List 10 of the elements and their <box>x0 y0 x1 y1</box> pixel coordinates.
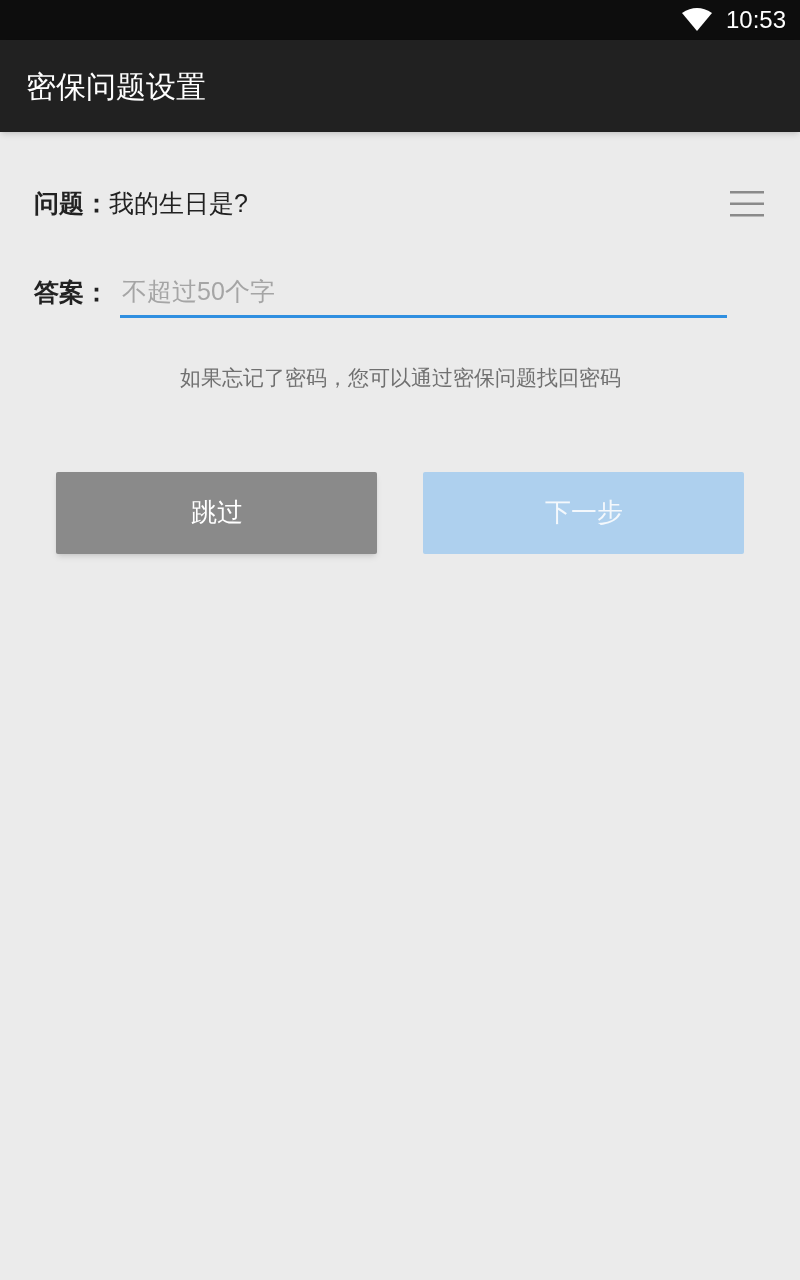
menu-icon[interactable] <box>730 190 764 218</box>
toolbar-title: 密保问题设置 <box>26 68 206 105</box>
question-value: 我的生日是? <box>109 188 249 220</box>
question-label: 问题： <box>34 188 109 220</box>
hint-text: 如果忘记了密码，您可以通过密保问题找回密码 <box>179 365 621 391</box>
wifi-icon <box>681 8 712 32</box>
answer-field[interactable]: 不超过50个字 <box>120 268 727 318</box>
skip-button[interactable]: 跳过 <box>56 471 377 554</box>
answer-label: 答案： <box>34 277 110 309</box>
clock-time: 10:53 <box>725 5 786 35</box>
